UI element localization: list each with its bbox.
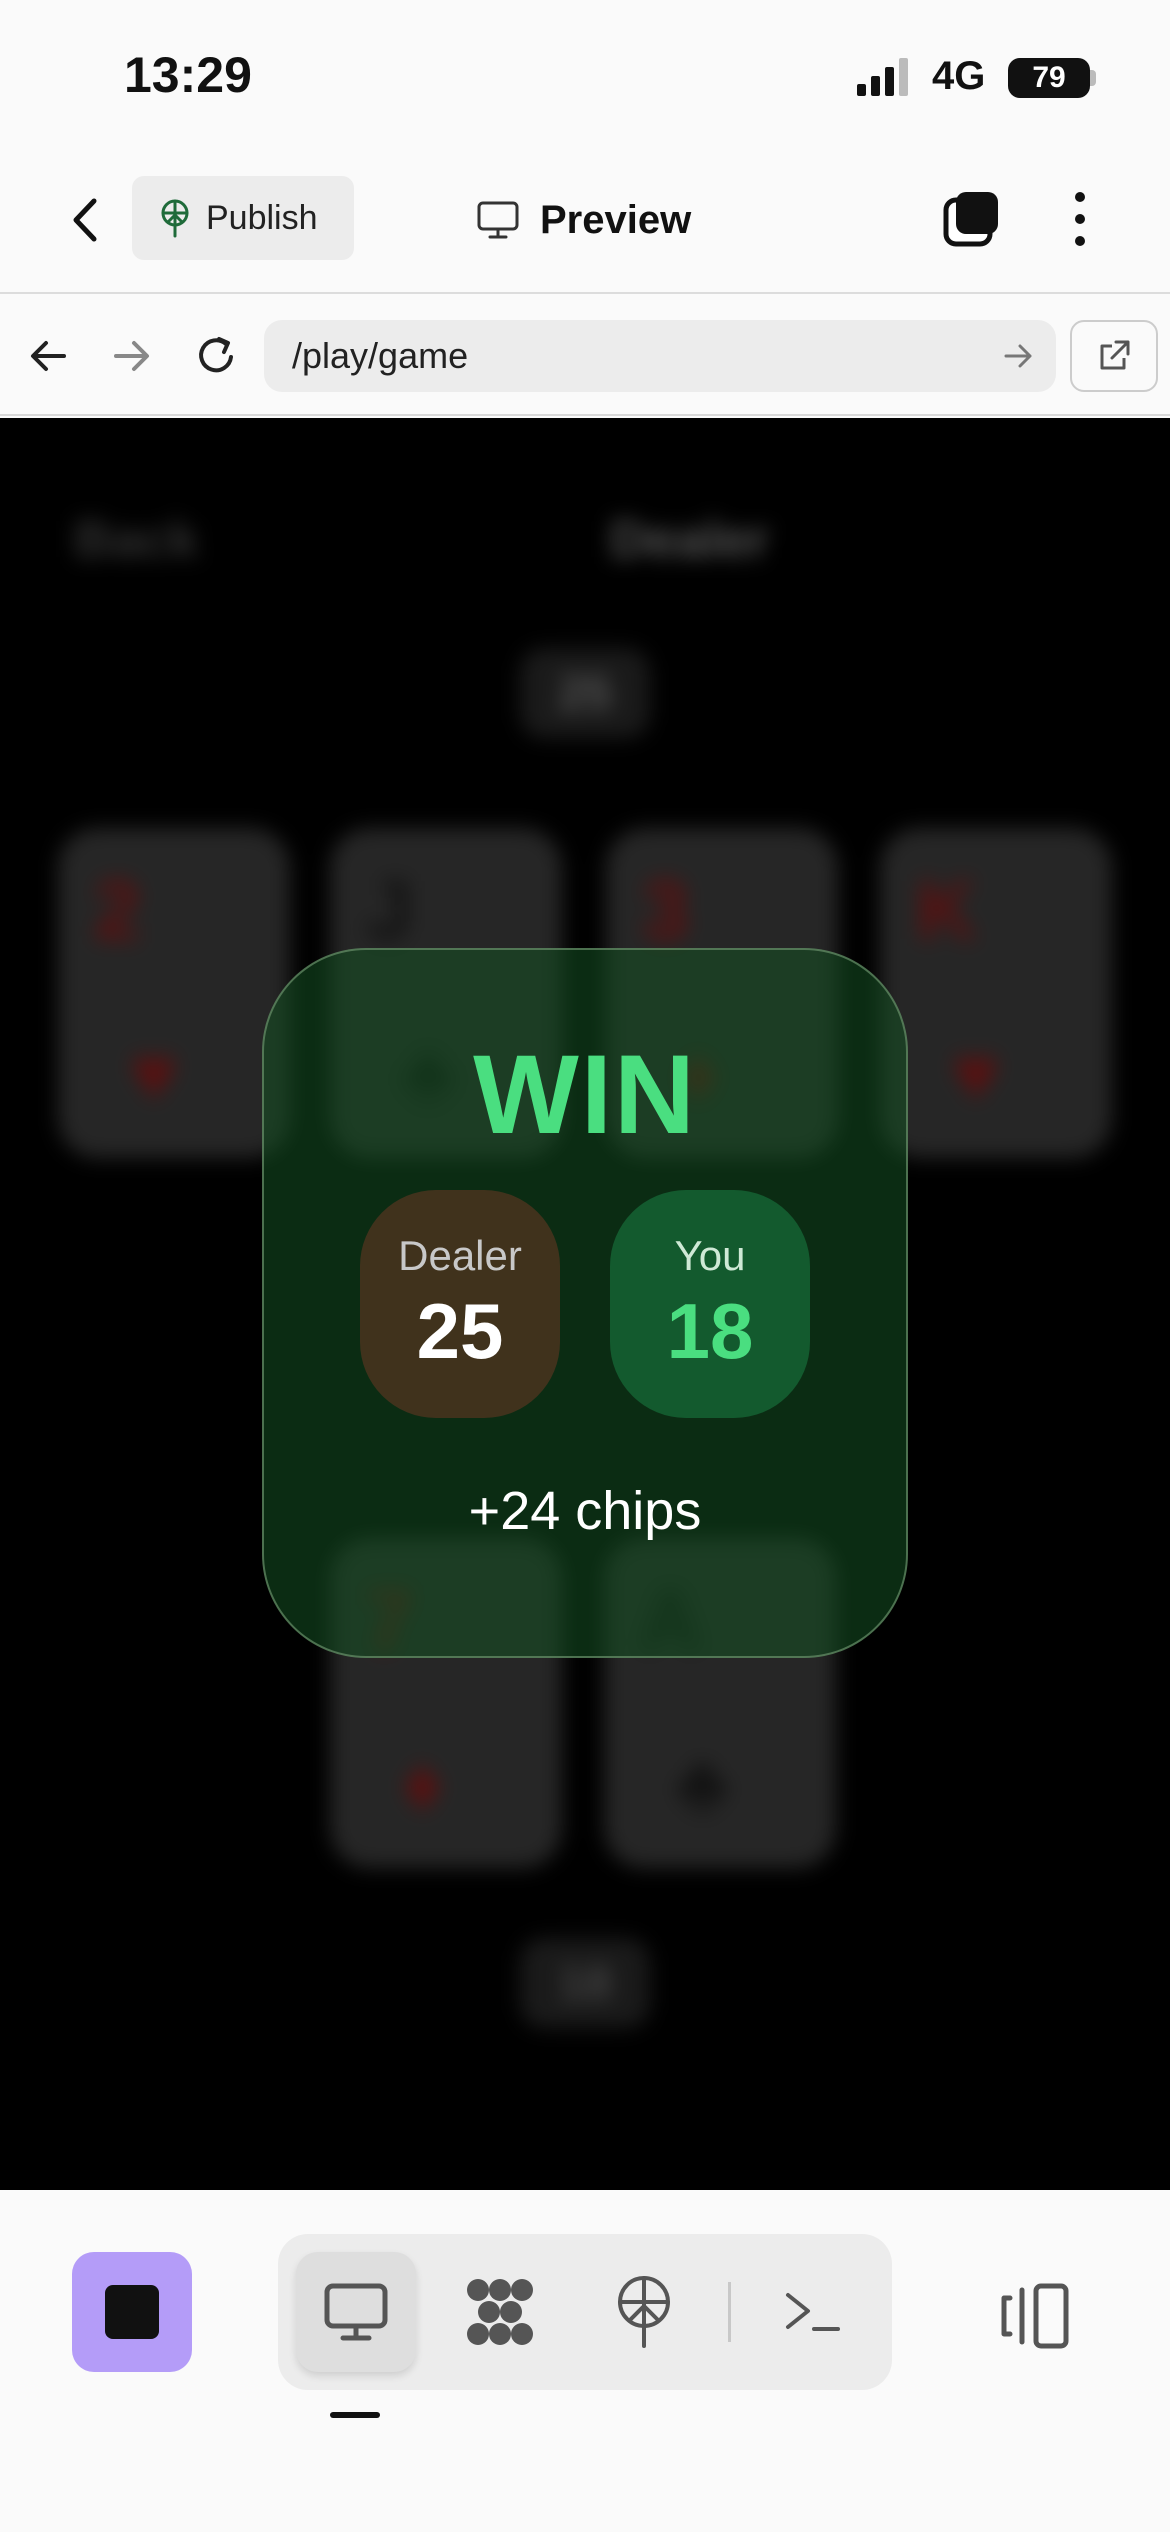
status-time: 13:29 xyxy=(124,47,252,103)
nodes-icon xyxy=(467,2279,533,2345)
dealer-score-label: Dealer xyxy=(398,1231,522,1279)
dealer-score-value: 25 xyxy=(416,1286,504,1375)
dot-icon xyxy=(1075,236,1085,246)
url-text: /play/game xyxy=(292,335,469,376)
player-total-pill: 18 xyxy=(520,1938,650,2028)
publish-label: Publish xyxy=(206,198,318,237)
card-rank: J xyxy=(366,863,413,957)
result-modal[interactable]: WIN Dealer 25 You 18 +24 chips xyxy=(262,948,908,1658)
game-back-link: Back xyxy=(74,511,199,569)
monitor-icon xyxy=(324,2283,388,2341)
bottom-toolbar xyxy=(0,2190,1170,2532)
reload-button[interactable] xyxy=(186,326,246,386)
active-tab-indicator xyxy=(330,2412,380,2418)
browser-back-button[interactable] xyxy=(18,326,78,386)
browser-forward-button[interactable] xyxy=(102,326,162,386)
dot-icon xyxy=(1075,214,1085,224)
card-rank: 3 xyxy=(642,863,689,957)
dealer-card: 2 ♥ xyxy=(58,828,290,1158)
game-title: Dealer xyxy=(610,511,769,569)
publish-button[interactable]: Publish xyxy=(132,176,354,260)
player-score-label: You xyxy=(674,1231,746,1279)
url-field[interactable]: /play/game xyxy=(264,320,1056,392)
publish-icon xyxy=(618,2276,670,2348)
segment-divider xyxy=(728,2282,731,2342)
network-label: 4G xyxy=(932,54,986,98)
result-outcome: WIN xyxy=(473,1032,697,1157)
stop-icon xyxy=(105,2285,159,2339)
dealer-score-card: Dealer 25 xyxy=(360,1190,560,1418)
monitor-icon xyxy=(477,201,519,239)
open-external-button[interactable] xyxy=(1070,320,1158,392)
game-viewport: Back Dealer 25 2♥ J♣ 3♦ K♥ 7♦ A♣ 18 WIN … xyxy=(0,418,1170,2190)
card-suit: ♥ xyxy=(130,1029,178,1118)
app-bar: Publish Preview xyxy=(0,150,1170,294)
card-rank: K xyxy=(916,863,977,957)
signal-icon xyxy=(857,58,908,96)
player-score-card: You 18 xyxy=(610,1190,810,1418)
card-suit: ♣ xyxy=(676,1739,729,1828)
card-rank: 2 xyxy=(94,863,141,957)
chips-delta: +24 chips xyxy=(468,1481,702,1541)
tabs-icon[interactable] xyxy=(942,190,1002,250)
app-root: 13:29 4G 79 Publish Preview /play/game B… xyxy=(0,0,1170,2532)
stop-button[interactable] xyxy=(72,2252,192,2372)
battery-icon: 79 xyxy=(1008,58,1090,98)
dealer-total-pill: 25 xyxy=(520,648,650,738)
dot-icon xyxy=(1075,192,1085,202)
external-link-icon xyxy=(1100,340,1130,370)
more-menu-button[interactable] xyxy=(1060,186,1100,252)
chevron-left-icon xyxy=(73,198,97,242)
preview-label: Preview xyxy=(540,197,692,242)
browser-bar: /play/game xyxy=(0,296,1170,416)
tab-publish[interactable] xyxy=(584,2252,704,2372)
player-score-value: 18 xyxy=(666,1286,754,1375)
dealer-card: K ♥ xyxy=(880,828,1112,1158)
reload-icon xyxy=(199,337,233,373)
preview-title: Preview xyxy=(476,190,691,250)
tab-preview[interactable] xyxy=(296,2252,416,2372)
arrow-left-icon xyxy=(31,341,66,371)
arrow-right-icon xyxy=(114,341,149,371)
card-suit: ♥ xyxy=(952,1029,1000,1118)
side-panel-icon[interactable] xyxy=(1000,2280,1072,2352)
terminal-icon xyxy=(786,2293,840,2331)
battery-level: 79 xyxy=(1032,61,1066,94)
dealer-total: 25 xyxy=(558,666,612,720)
tab-console[interactable] xyxy=(752,2252,872,2372)
go-arrow-icon[interactable] xyxy=(998,336,1038,376)
status-bar: 13:29 4G 79 xyxy=(0,0,1170,150)
view-switcher xyxy=(278,2234,892,2390)
card-suit: ♦ xyxy=(402,1739,443,1828)
battery-cap xyxy=(1090,70,1096,86)
back-button[interactable] xyxy=(60,190,110,250)
player-total: 18 xyxy=(558,1956,612,2010)
publish-icon xyxy=(161,199,189,238)
tab-workflows[interactable] xyxy=(440,2252,560,2372)
